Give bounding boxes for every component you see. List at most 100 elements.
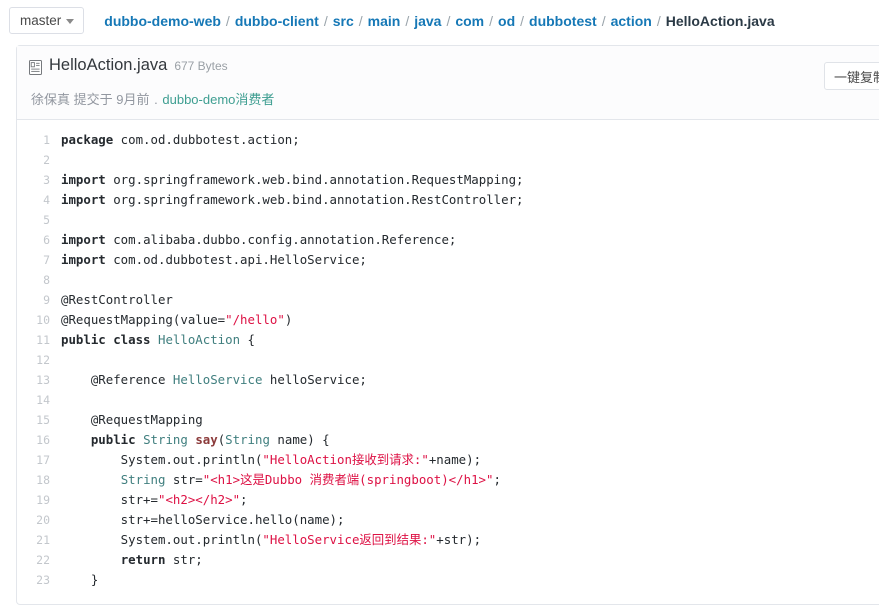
code-line-content: @Reference HelloService helloService;	[61, 370, 879, 390]
commit-author[interactable]: 徐保真	[31, 92, 70, 107]
code-line: 18 String str="<h1>这是Dubbo 消费者端(springbo…	[17, 470, 879, 490]
code-token-kw: import	[61, 252, 106, 267]
breadcrumb-item-dubbotest[interactable]: dubbotest	[529, 13, 597, 29]
line-number[interactable]: 19	[17, 490, 61, 510]
code-token-str: "<h1>这是Dubbo 消费者端(springboot)</h1>"	[202, 472, 494, 487]
file-name: HelloAction.java	[49, 56, 168, 74]
code-token-plain: System.out.println(	[61, 532, 263, 547]
line-number[interactable]: 9	[17, 290, 61, 310]
code-line: 17 System.out.println("HelloAction接收到请求:…	[17, 450, 879, 470]
code-line-content: import com.od.dubbotest.api.HelloService…	[61, 250, 879, 270]
line-number[interactable]: 4	[17, 190, 61, 210]
code-token-plain: com.od.dubbotest.action;	[113, 132, 300, 147]
breadcrumb-item-od[interactable]: od	[498, 13, 515, 29]
code-line: 9 @RestController	[17, 290, 879, 310]
code-line-content: public class HelloAction {	[61, 330, 879, 350]
code-token-kw: import	[61, 232, 106, 247]
file-header: HelloAction.java 677 Bytes 徐保真 提交于 9月前 .…	[17, 46, 879, 120]
line-number[interactable]: 16	[17, 430, 61, 450]
code-line-content: String str="<h1>这是Dubbo 消费者端(springboot)…	[61, 470, 879, 490]
breadcrumb-item-java[interactable]: java	[414, 13, 441, 29]
breadcrumb-item-src[interactable]: src	[333, 13, 354, 29]
code-line-content: System.out.println("HelloAction接收到请求:"+n…	[61, 450, 879, 470]
line-number[interactable]: 12	[17, 350, 61, 370]
code-token-kw: return	[120, 552, 166, 567]
line-number[interactable]: 14	[17, 390, 61, 410]
line-number[interactable]: 8	[17, 270, 61, 290]
code-line: 6 import com.alibaba.dubbo.config.annotat…	[17, 230, 879, 250]
code-token-plain: helloService;	[262, 372, 367, 387]
breadcrumb-bar: master dubbo-demo-web / dubbo-client / src / m…	[0, 0, 879, 41]
code-token-plain: ;	[493, 472, 501, 487]
line-number[interactable]: 2	[17, 150, 61, 170]
line-number[interactable]: 15	[17, 410, 61, 430]
code-token-type: String	[120, 472, 166, 487]
line-number[interactable]: 3	[17, 170, 61, 190]
file-document-icon	[29, 60, 42, 75]
line-number[interactable]: 6	[17, 230, 61, 250]
code-token-plain: str=	[165, 472, 203, 487]
code-token-kw: import	[61, 172, 106, 187]
code-line: 7 import com.od.dubbotest.api.HelloServic…	[17, 250, 879, 270]
code-line: 20 str+=helloService.hello(name);	[17, 510, 879, 530]
code-token-ann: @RequestMapping(value=	[61, 312, 226, 327]
line-number[interactable]: 5	[17, 210, 61, 230]
line-number[interactable]: 23	[17, 570, 61, 590]
line-number[interactable]: 13	[17, 370, 61, 390]
code-line: 13 @Reference HelloService helloService;	[17, 370, 879, 390]
code-token-plain: str;	[165, 552, 203, 567]
code-line-content: package com.od.dubbotest.action;	[61, 130, 879, 150]
code-token-plain: {	[240, 332, 255, 347]
commit-separator: .	[154, 92, 158, 107]
breadcrumb-separator: /	[323, 12, 328, 29]
code-token-ann: @Reference	[90, 372, 166, 387]
breadcrumb-item-dubbo-demo-web[interactable]: dubbo-demo-web	[104, 13, 221, 29]
code-token-kw: public	[90, 432, 136, 447]
code-line-content: return str;	[61, 550, 879, 570]
code-line-content: str+="<h2></h2>";	[61, 490, 879, 510]
code-line: 10 @RequestMapping(value="/hello")	[17, 310, 879, 330]
chevron-down-icon	[66, 19, 75, 24]
code-token-plain: com.od.dubbotest.api.HelloService;	[105, 252, 367, 267]
line-number[interactable]: 18	[17, 470, 61, 490]
code-line-content: import org.springframework.web.bind.anno…	[61, 190, 879, 210]
line-number[interactable]: 11	[17, 330, 61, 350]
line-number[interactable]: 17	[17, 450, 61, 470]
code-line: 8	[17, 270, 879, 290]
commit-message[interactable]: dubbo-demo消费者	[162, 92, 274, 107]
line-number[interactable]: 21	[17, 530, 61, 550]
code-token-ann: @RequestMapping	[90, 412, 203, 427]
breadcrumb-separator: /	[225, 12, 230, 29]
code-token-kw: package	[61, 132, 114, 147]
code-line: 11 public class HelloAction {	[17, 330, 879, 350]
code-token-type: String	[225, 432, 270, 447]
breadcrumb-item-dubbo-client[interactable]: dubbo-client	[235, 13, 319, 29]
copy-button[interactable]: 一键复制	[823, 62, 879, 90]
code-line: 1 package com.od.dubbotest.action;	[17, 130, 879, 150]
branch-selector-button[interactable]: master	[9, 7, 85, 34]
line-number[interactable]: 22	[17, 550, 61, 570]
breadcrumb-separator: /	[489, 12, 494, 29]
line-number[interactable]: 7	[17, 250, 61, 270]
code-line: 23 }	[17, 570, 879, 590]
code-token-type: String	[143, 432, 188, 447]
code-line-content: System.out.println("HelloService返回到结果:"+…	[61, 530, 879, 550]
code-token-str: "/hello"	[225, 312, 285, 327]
breadcrumb-item-com[interactable]: com	[455, 13, 484, 29]
line-number[interactable]: 1	[17, 130, 61, 150]
commit-verb: 提交于	[73, 92, 113, 107]
breadcrumb-item-main[interactable]: main	[368, 13, 401, 29]
line-number[interactable]: 20	[17, 510, 61, 530]
breadcrumb-item-action[interactable]: action	[611, 13, 652, 29]
code-line: 2	[17, 150, 879, 170]
file-size: 677 Bytes	[174, 59, 228, 73]
code-token-kw: import	[61, 192, 106, 207]
code-viewer[interactable]: 1 package com.od.dubbotest.action; 2 3 impor…	[17, 120, 879, 590]
code-token-plain: ;	[240, 492, 248, 507]
code-token-plain: name) {	[269, 432, 330, 447]
line-number[interactable]: 10	[17, 310, 61, 330]
